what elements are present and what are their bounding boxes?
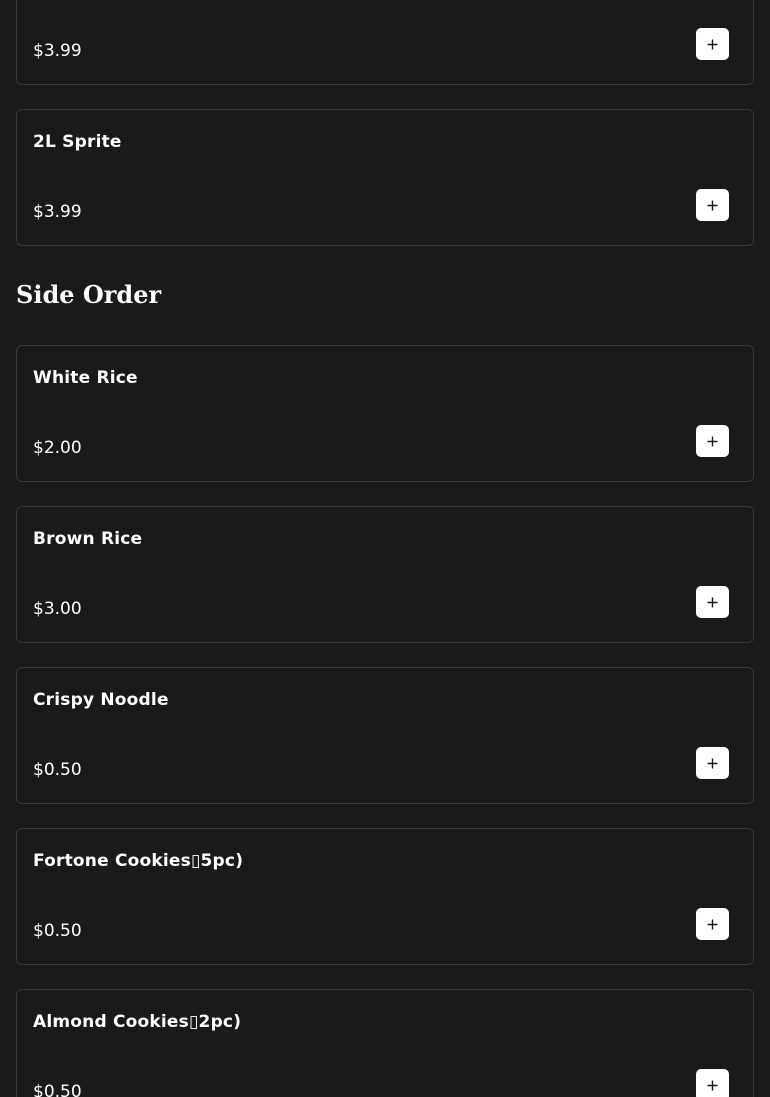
menu-item-price: $0.50: [33, 1082, 82, 1097]
menu-item-price: $3.99: [33, 202, 82, 222]
add-item-button[interactable]: [696, 28, 729, 60]
add-item-button[interactable]: [696, 586, 729, 618]
plus-icon: [707, 1080, 718, 1090]
menu-item-price: $0.50: [33, 760, 82, 780]
plus-icon: [707, 919, 718, 929]
plus-icon: [707, 200, 718, 210]
add-item-button[interactable]: [696, 425, 729, 457]
menu-item-card[interactable]: White Rice $2.00: [16, 345, 754, 482]
plus-icon: [707, 597, 718, 607]
add-item-button[interactable]: [696, 1069, 729, 1097]
add-item-button[interactable]: [696, 747, 729, 779]
menu-item-price: $0.50: [33, 921, 82, 941]
menu-item-name: White Rice: [33, 368, 138, 388]
plus-icon: [707, 39, 718, 49]
menu-item-price: $3.99: [33, 41, 82, 61]
menu-item-name: Brown Rice: [33, 529, 143, 549]
menu-item-price: $2.00: [33, 438, 82, 458]
menu-item-name: 2L Sprite: [33, 132, 122, 152]
menu-item-card[interactable]: Fortone Cookies▯5pc) $0.50: [16, 828, 754, 965]
menu-item-name: Almond Cookies▯2pc): [33, 1012, 242, 1032]
menu-item-card[interactable]: Brown Rice $3.00: [16, 506, 754, 643]
plus-icon: [707, 436, 718, 446]
add-item-button[interactable]: [696, 189, 729, 221]
menu-item-name: Crispy Noodle: [33, 690, 169, 710]
menu-item-card[interactable]: $3.99: [16, 0, 754, 85]
menu-item-card[interactable]: 2L Sprite $3.99: [16, 109, 754, 246]
add-item-button[interactable]: [696, 908, 729, 940]
menu-item-name: Fortone Cookies▯5pc): [33, 851, 244, 871]
section-title-side-order: Side Order: [16, 280, 162, 309]
menu-item-card[interactable]: Almond Cookies▯2pc) $0.50: [16, 989, 754, 1097]
menu-page: $3.99 2L Sprite $3.99 Side Order White R…: [0, 0, 770, 1097]
menu-item-card[interactable]: Crispy Noodle $0.50: [16, 667, 754, 804]
menu-item-price: $3.00: [33, 599, 82, 619]
plus-icon: [707, 758, 718, 768]
